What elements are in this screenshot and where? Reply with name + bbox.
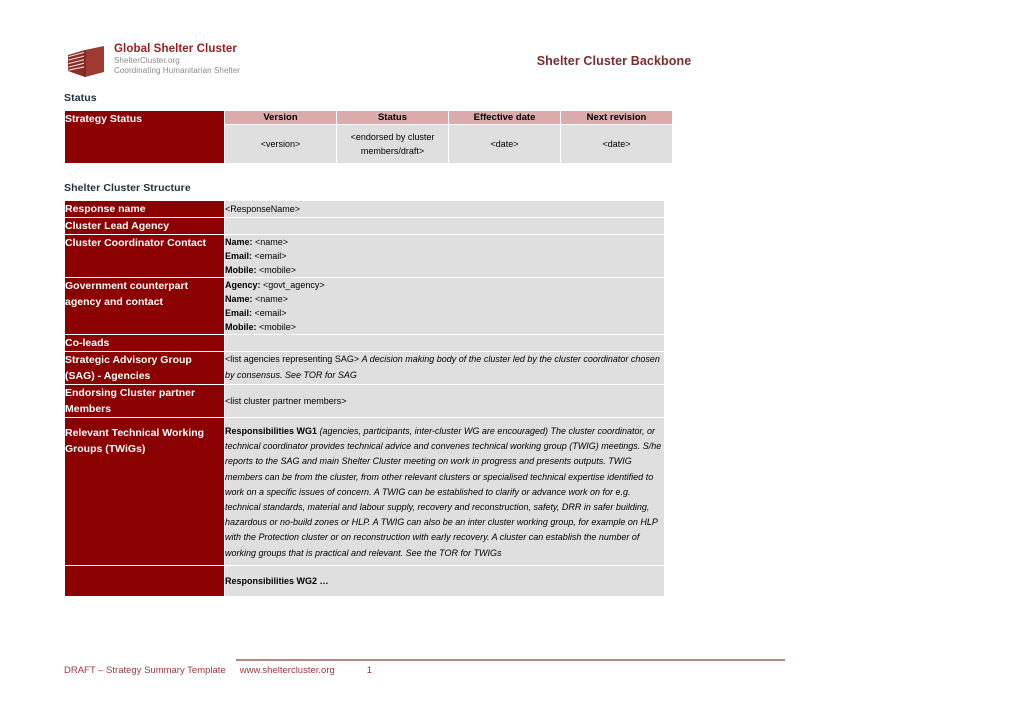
cell-co-leads-value — [225, 335, 664, 351]
table-row: Responsibilities WG2 … — [65, 565, 664, 596]
cell-effective-date-value: <date> — [449, 125, 560, 163]
kv-pair: Name: <name> — [225, 292, 664, 306]
cell-endorsing-partner-members-value: <list cluster partner members> — [225, 385, 664, 417]
table-row: Government counterpart agency and contac… — [65, 278, 664, 334]
footer-divider — [236, 659, 785, 661]
kv-key: Email: — [225, 251, 253, 261]
table-row: Response name <ResponseName> — [65, 201, 664, 217]
strategy-status-table: Strategy Status Version Status Effective… — [64, 110, 673, 164]
kv-key: Name: — [225, 237, 253, 247]
row-label-government-counterpart: Government counterpart agency and contac… — [65, 278, 224, 334]
kv-pair: Mobile: <mobile> — [225, 263, 664, 277]
twig-paragraph-wg1: Responsibilities WG1 (agencies, particip… — [225, 424, 664, 561]
kv-pair: Email: <email> — [225, 249, 664, 263]
kv-value: <email> — [254, 251, 287, 261]
page-footer: DRAFT – Strategy Summary Template www.she… — [64, 665, 372, 676]
twig-wg1-lead: Responsibilities WG1 — [225, 426, 318, 436]
kv-key: Email: — [225, 308, 253, 318]
kv-key: Agency: — [225, 280, 261, 290]
document-page: Global Shelter Cluster ShelterCluster.or… — [0, 0, 1020, 720]
footer-draft-label: DRAFT – Strategy Summary Template — [64, 665, 226, 676]
row-label-cluster-coordinator-contact: Cluster Coordinator Contact — [65, 235, 224, 277]
organization-logo: Global Shelter Cluster ShelterCluster.or… — [64, 42, 240, 82]
shelter-book-logo-icon — [64, 44, 106, 82]
logo-website: ShelterCluster.org — [114, 56, 180, 65]
row-label-endorsing-partner-members: Endorsing Cluster partner Members — [65, 385, 224, 417]
cell-responsibilities-wg2: Responsibilities WG2 … — [225, 565, 664, 596]
column-header-version: Version — [225, 111, 336, 124]
footer-website-link[interactable]: www.sheltercluster.org — [240, 665, 335, 676]
cell-cluster-coordinator-contact-value: Name: <name> Email: <email> Mobile: <mob… — [225, 235, 664, 277]
twig-wg1-body: (agencies, participants, inter-cluster W… — [225, 426, 662, 558]
kv-value: <name> — [255, 294, 289, 304]
cell-status-value: <endorsed by cluster members/draft> — [337, 125, 448, 163]
kv-pair: Mobile: <mobile> — [225, 320, 664, 334]
section-heading-status: Status — [64, 92, 97, 104]
row-label-twig-continued — [65, 565, 224, 596]
shelter-cluster-structure-table: Response name <ResponseName> Cluster Lea… — [64, 200, 665, 597]
row-label-cluster-lead-agency: Cluster Lead Agency — [65, 218, 224, 234]
cell-technical-working-groups-value: Responsibilities WG1 (agencies, particip… — [225, 418, 664, 565]
kv-key: Mobile: — [225, 265, 257, 275]
logo-title: Global Shelter Cluster — [114, 43, 237, 55]
kv-key: Mobile: — [225, 322, 257, 332]
table-row: Strategy Status Version Status Effective… — [65, 111, 672, 163]
column-header-effective-date: Effective date — [449, 111, 560, 124]
table-row: Strategic Advisory Group (SAG) - Agencie… — [65, 352, 664, 384]
row-label-co-leads: Co-leads — [65, 335, 224, 351]
cell-government-counterpart-value: Agency: <govt_agency> Name: <name> Email… — [225, 278, 664, 334]
cell-cluster-lead-agency-value — [225, 218, 664, 234]
row-label-technical-working-groups: Relevant Technical Working Groups (TWiGs… — [65, 418, 224, 565]
sag-placeholder-text: <list agencies representing SAG> — [225, 354, 362, 364]
column-header-status: Status — [337, 111, 448, 124]
cell-response-name-value: <ResponseName> — [225, 201, 664, 217]
logo-wordmark: Global Shelter Cluster ShelterCluster.or… — [114, 42, 240, 76]
column-header-next-revision: Next revision — [561, 111, 672, 124]
kv-pair: Agency: <govt_agency> — [225, 278, 664, 292]
kv-value: <mobile> — [259, 322, 297, 332]
row-label-response-name: Response name — [65, 201, 224, 217]
kv-value: <mobile> — [259, 265, 297, 275]
kv-value: <email> — [254, 308, 287, 318]
kv-value: <name> — [255, 237, 289, 247]
section-heading-structure: Shelter Cluster Structure — [64, 182, 191, 194]
cell-version-value: <version> — [225, 125, 336, 163]
kv-value: <govt_agency> — [263, 280, 325, 290]
cell-strategic-advisory-group-value: <list agencies representing SAG> A decis… — [225, 352, 664, 384]
logo-tagline: Coordinating Humanitarian Shelter — [114, 66, 241, 75]
page-header: Global Shelter Cluster ShelterCluster.or… — [64, 42, 784, 88]
table-row: Cluster Coordinator Contact Name: <name>… — [65, 235, 664, 277]
table-row: Co-leads — [65, 335, 664, 351]
kv-key: Name: — [225, 294, 253, 304]
table-row: Relevant Technical Working Groups (TWiGs… — [65, 418, 664, 565]
document-title: Shelter Cluster Backbone — [536, 54, 692, 68]
table-row: Cluster Lead Agency — [65, 218, 664, 234]
kv-pair: Name: <name> — [225, 235, 664, 249]
cell-next-revision-value: <date> — [561, 125, 672, 163]
kv-pair: Email: <email> — [225, 306, 664, 320]
row-label-strategy-status: Strategy Status — [65, 111, 224, 163]
table-row: Endorsing Cluster partner Members <list … — [65, 385, 664, 417]
footer-page-number: 1 — [366, 665, 373, 676]
row-label-strategic-advisory-group: Strategic Advisory Group (SAG) - Agencie… — [65, 352, 224, 384]
